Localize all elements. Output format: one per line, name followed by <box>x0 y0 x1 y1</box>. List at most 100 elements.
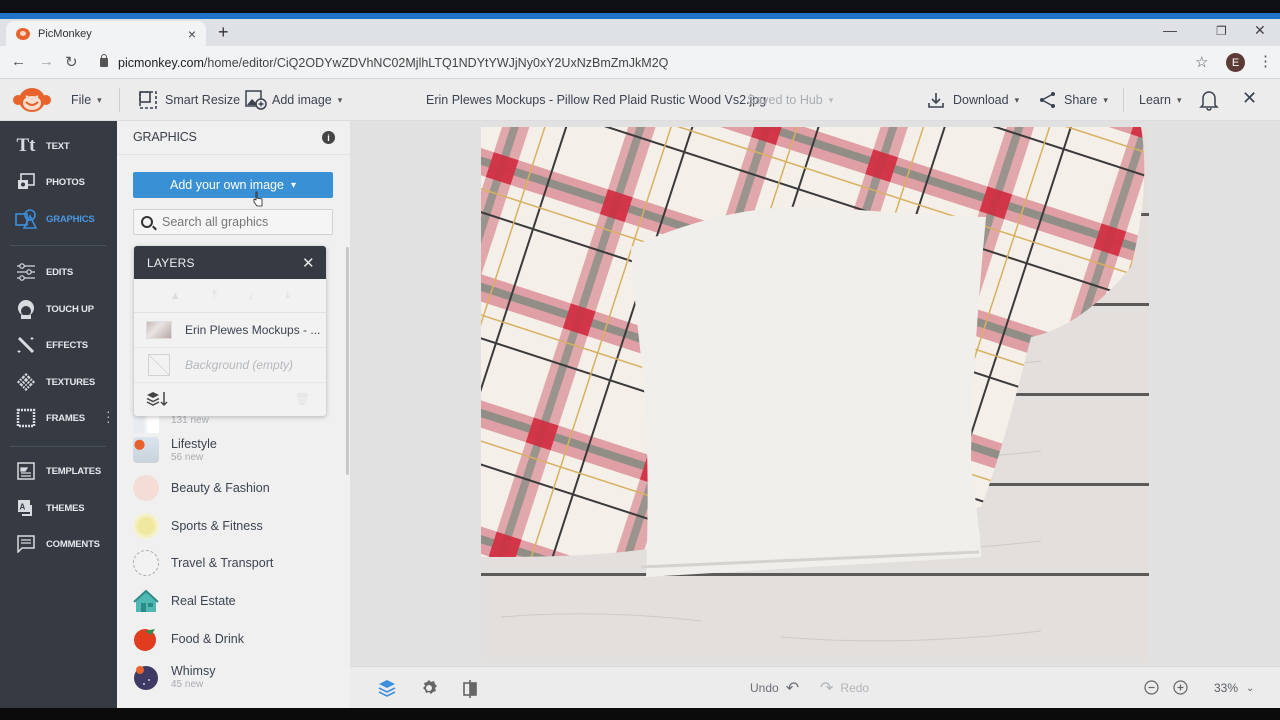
rail-item-text[interactable]: Tt TEXT <box>0 131 117 161</box>
search-icon <box>141 216 153 228</box>
rail-item-edits[interactable]: EDITS <box>0 257 117 287</box>
beauty-fashion-icon <box>133 475 159 501</box>
browser-menu-icon[interactable]: ⋮ <box>1258 52 1273 70</box>
minimize-button[interactable]: — <box>1163 22 1177 38</box>
compare-icon[interactable] <box>462 679 478 699</box>
rail-item-effects[interactable]: EFFECTS <box>0 330 117 360</box>
pillow-plaid-photo <box>481 127 1149 663</box>
rail-item-templates[interactable]: TEMPLATES <box>0 456 117 486</box>
learn-menu[interactable]: Learn ▾ <box>1139 79 1182 121</box>
canvas-image[interactable] <box>481 127 1149 663</box>
download-icon <box>928 93 944 108</box>
rail-item-graphics[interactable]: GRAPHICS <box>0 204 117 234</box>
svg-text:A: A <box>20 503 26 512</box>
category-real-estate[interactable]: Real Estate <box>133 585 333 617</box>
redo-button[interactable]: ↷ Redo <box>820 667 869 709</box>
save-status-menu[interactable]: Saved to Hub ▾ <box>747 79 833 121</box>
magic-wand-icon <box>13 334 39 356</box>
lifestyle-icon <box>133 437 159 463</box>
tab-close-icon[interactable]: × <box>188 26 196 42</box>
browser-tab[interactable]: PicMonkey × <box>6 21 206 47</box>
layers-toggle-icon[interactable] <box>378 679 396 697</box>
rail-item-comments[interactable]: COMMENTS <box>0 529 117 559</box>
rail-item-themes[interactable]: A THEMES <box>0 493 117 523</box>
layer-tool-icon: ▲ <box>169 289 181 302</box>
rail-item-frames[interactable]: FRAMES <box>0 403 117 433</box>
zoom-in-icon[interactable] <box>1173 680 1188 695</box>
app-header: File ▾ Smart Resize Add image ▾ Erin Plewe… <box>0 79 1280 121</box>
zoom-out-icon[interactable] <box>1144 680 1159 695</box>
window-close-button[interactable]: ✕ <box>1254 22 1266 39</box>
share-label: Share <box>1064 93 1098 107</box>
editor-canvas[interactable] <box>350 121 1280 666</box>
layer-row[interactable]: Erin Plewes Mockups - ... <box>134 313 326 348</box>
layers-title: LAYERS <box>147 255 195 270</box>
file-menu-label: File <box>71 93 92 107</box>
chevron-down-icon: ⌄ <box>1246 682 1255 694</box>
add-your-own-image-button[interactable]: Add your own image ▾ <box>133 172 333 198</box>
close-editor-icon[interactable]: ✕ <box>1242 88 1257 109</box>
templates-icon <box>13 460 39 482</box>
document-title[interactable]: Erin Plewes Mockups - Pillow Red Plaid R… <box>426 79 766 121</box>
info-icon[interactable]: i <box>322 131 335 144</box>
layer-tools-disabled: ▲ ⤒ ↓ ⤓ <box>134 279 326 313</box>
frame-icon <box>13 407 39 429</box>
download-menu[interactable]: Download ▾ <box>927 79 1019 121</box>
layers-header: LAYERS <box>134 246 326 279</box>
profile-avatar[interactable]: E <box>1226 53 1245 72</box>
chevron-down-icon: ▾ <box>337 94 343 105</box>
chevron-down-icon: ▾ <box>1014 94 1020 105</box>
file-menu[interactable]: File ▾ <box>71 79 102 121</box>
rail-more-icon[interactable]: · · · <box>106 404 111 428</box>
whimsy-icon <box>134 666 158 690</box>
flatten-layers-icon[interactable] <box>146 391 168 407</box>
restore-button[interactable]: ❐ <box>1216 24 1227 38</box>
learn-label: Learn <box>1139 93 1171 107</box>
smart-resize-button[interactable]: Smart Resize <box>139 79 240 121</box>
settings-gear-icon[interactable] <box>420 679 438 697</box>
add-image-menu[interactable]: Add image ▾ <box>245 79 342 121</box>
notifications-bell-icon[interactable] <box>1199 89 1219 111</box>
chevron-down-icon: ▾ <box>828 94 834 105</box>
picmonkey-logo-icon[interactable] <box>12 86 52 114</box>
rail-item-photos[interactable]: PHOTOS <box>0 167 117 197</box>
empty-layer-icon <box>148 354 170 376</box>
rail-divider <box>10 446 106 447</box>
forward-button[interactable]: → <box>39 53 54 70</box>
rail-item-touch-up[interactable]: TOUCH UP <box>0 294 117 324</box>
themes-icon: A <box>13 497 39 519</box>
category-sports-fitness[interactable]: Sports & Fitness <box>133 510 333 542</box>
layer-row-background[interactable]: Background (empty) <box>134 348 326 383</box>
undo-button[interactable]: Undo ↶ <box>750 667 799 709</box>
back-button[interactable]: ← <box>11 53 26 70</box>
category-lifestyle[interactable]: Lifestyle 56 new <box>133 434 333 466</box>
graphics-search[interactable] <box>133 209 333 235</box>
graphics-icon <box>13 208 39 230</box>
smart-resize-label: Smart Resize <box>165 93 241 107</box>
category-food-drink[interactable]: Food & Drink <box>133 623 333 655</box>
add-image-icon <box>245 90 267 110</box>
reload-button[interactable]: ↻ <box>65 53 78 71</box>
chevron-down-icon: ▾ <box>1103 94 1108 105</box>
new-tab-button[interactable]: + <box>218 22 229 43</box>
layers-close-icon[interactable]: ✕ <box>302 254 315 272</box>
category-whimsy[interactable]: Whimsy 45 new <box>133 661 333 693</box>
hand-cursor-icon <box>253 191 263 207</box>
zoom-level-dropdown[interactable]: 33% ⌄ <box>1214 667 1254 709</box>
panel-scrollbar[interactable] <box>346 247 349 475</box>
address-bar[interactable]: picmonkey.com/home/editor/CiQ2ODYwZDVhNC… <box>94 51 1224 74</box>
category-travel-transport[interactable]: Travel & Transport <box>133 547 333 579</box>
comments-icon <box>13 533 39 555</box>
bookmark-star-icon[interactable]: ☆ <box>1195 53 1208 71</box>
share-icon <box>1040 92 1055 108</box>
rail-item-textures[interactable]: TEXTURES <box>0 367 117 397</box>
chevron-down-icon: ▾ <box>1176 94 1182 105</box>
tomato-icon <box>134 629 156 651</box>
graphics-search-input[interactable] <box>162 215 332 229</box>
undo-label: Undo <box>750 681 779 695</box>
house-icon <box>133 589 159 612</box>
category-beauty-fashion[interactable]: Beauty & Fashion <box>133 472 333 504</box>
layers-panel: LAYERS ✕ ▲ ⤒ ↓ ⤓ Erin Plewes Mockups - ... … <box>134 246 326 416</box>
tool-rail: Tt TEXT PHOTOS GRAPHICS EDITS TOUCH UP E… <box>0 121 117 708</box>
share-menu[interactable]: Share ▾ <box>1039 79 1108 121</box>
